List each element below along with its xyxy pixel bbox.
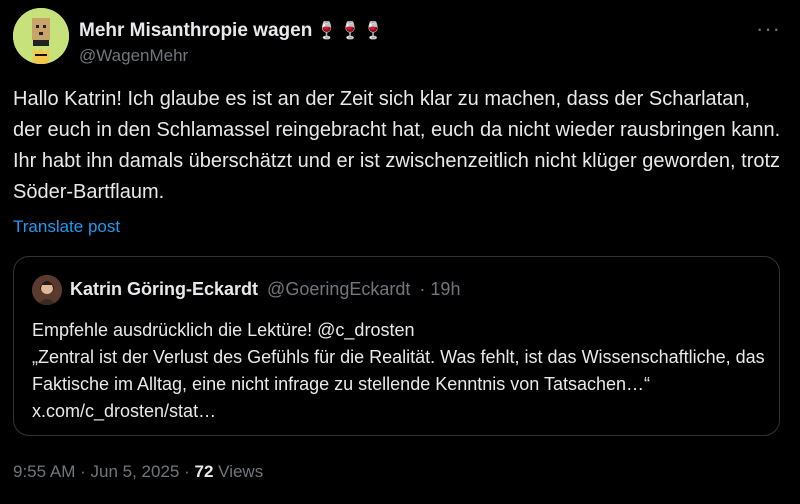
separator-dot: · bbox=[184, 462, 190, 481]
post-header: Mehr Misanthropie wagen 🍷🍷🍷 @WagenMehr ··… bbox=[13, 8, 787, 66]
quoted-line-2: „Zentral ist der Verlust des Gefühls für… bbox=[32, 347, 765, 421]
author-name-text: Mehr Misanthropie wagen bbox=[79, 20, 313, 41]
quoted-avatar-icon bbox=[32, 275, 62, 305]
post-meta: 9:55 AM · Jun 5, 2025 · 72 Views bbox=[13, 462, 263, 482]
separator-dot: · bbox=[419, 279, 426, 299]
views-label: Views bbox=[218, 462, 264, 481]
separator-dot: · bbox=[80, 462, 86, 481]
quoted-post[interactable]: Katrin Göring-Eckardt @GoeringEckardt · … bbox=[13, 256, 780, 436]
author-handle[interactable]: @WagenMehr bbox=[79, 46, 188, 66]
translate-post-link[interactable]: Translate post bbox=[13, 217, 120, 237]
quoted-line-1: Empfehle ausdrücklich die Lektüre! @c_dr… bbox=[32, 320, 415, 340]
post-text: Hallo Katrin! Ich glaube es ist an der Z… bbox=[13, 88, 781, 203]
author-name[interactable]: Mehr Misanthropie wagen 🍷🍷🍷 bbox=[79, 20, 386, 42]
quoted-author-avatar bbox=[32, 275, 62, 305]
post-time[interactable]: 9:55 AM bbox=[13, 462, 75, 481]
more-icon[interactable]: ··· bbox=[756, 16, 781, 42]
quoted-author-handle: @GoeringEckardt bbox=[267, 279, 411, 299]
quoted-header: Katrin Göring-Eckardt @GoeringEckardt · … bbox=[70, 279, 460, 300]
quoted-author-name: Katrin Göring-Eckardt bbox=[70, 279, 259, 299]
quoted-time: 19h bbox=[430, 279, 461, 299]
views-count: 72 bbox=[194, 462, 214, 481]
avatar-icon bbox=[13, 8, 69, 64]
wine-glass-icon: 🍷🍷🍷 bbox=[316, 21, 386, 40]
post-date[interactable]: Jun 5, 2025 bbox=[91, 462, 180, 481]
author-avatar[interactable] bbox=[13, 8, 69, 64]
quoted-text: Empfehle ausdrücklich die Lektüre! @c_dr… bbox=[32, 317, 767, 425]
